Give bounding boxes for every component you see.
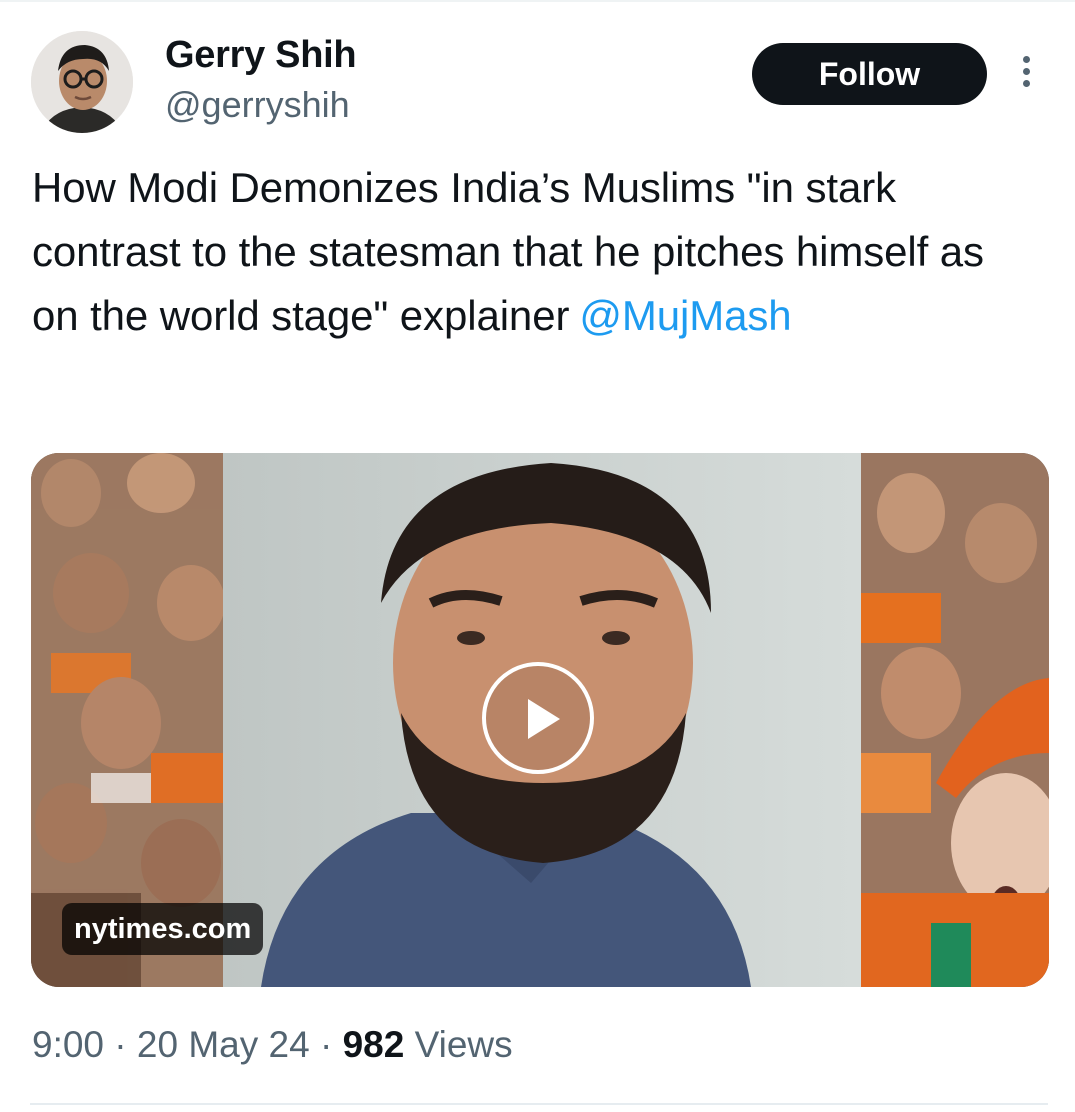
follow-button[interactable]: Follow <box>752 43 987 105</box>
video-card[interactable]: nytimes.com <box>31 453 1049 987</box>
bottom-divider <box>30 1103 1048 1105</box>
mention-link[interactable]: @MujMash <box>579 292 791 339</box>
meta-separator: · <box>309 1024 343 1065</box>
avatar[interactable] <box>31 31 133 133</box>
tweet-date[interactable]: 20 May 24 <box>137 1024 310 1065</box>
avatar-image <box>31 31 133 133</box>
play-button[interactable] <box>482 662 594 774</box>
meta-separator: · <box>104 1024 137 1065</box>
views-count: 982 <box>342 1024 405 1065</box>
top-divider <box>0 0 1075 2</box>
author-handle[interactable]: @gerryshih <box>165 84 350 126</box>
views-label: Views <box>414 1024 513 1065</box>
tweet-time[interactable]: 9:00 <box>32 1024 104 1065</box>
tweet-body: How Modi Demonizes India’s Muslims "in s… <box>32 164 984 339</box>
tweet-text: How Modi Demonizes India’s Muslims "in s… <box>32 156 1042 348</box>
source-badge: nytimes.com <box>62 903 264 955</box>
tweet-meta: 9:00 · 20 May 24 · 982 Views <box>32 1024 513 1066</box>
author-name[interactable]: Gerry Shih <box>165 34 357 77</box>
more-options-icon[interactable] <box>1016 56 1036 94</box>
play-icon <box>528 699 560 739</box>
